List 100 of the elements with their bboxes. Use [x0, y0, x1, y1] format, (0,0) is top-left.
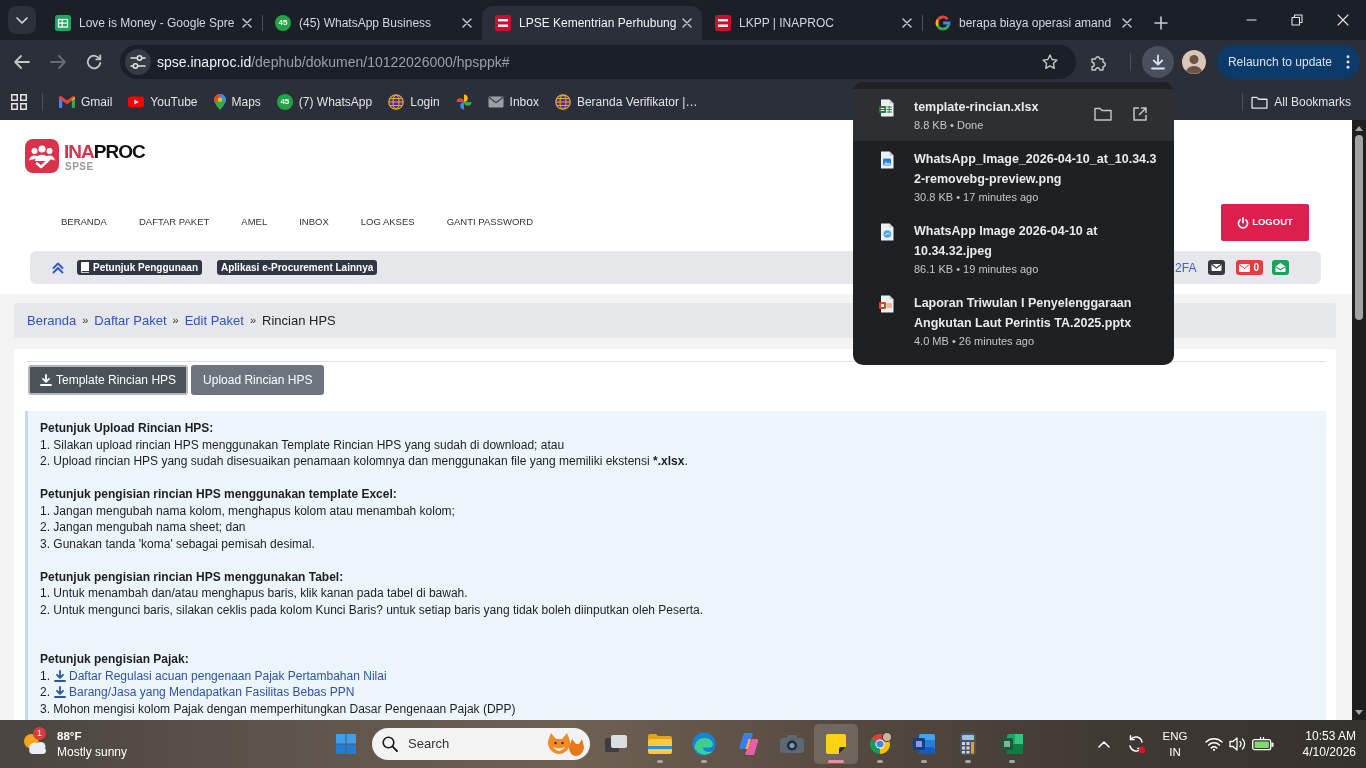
instruction-heading: Petunjuk Upload Rincian HPS: — [40, 420, 214, 437]
tab-search-button[interactable] — [8, 6, 36, 34]
puzzle-piece-icon[interactable] — [1090, 53, 1108, 71]
download-item[interactable]: WhatsApp_Image_2026-04-10_at_10.34.32-removebg-preview.png 30.8 KB • 17 minutes ago — [853, 141, 1174, 213]
close-icon[interactable] — [1122, 18, 1132, 28]
taskbar-search-button[interactable]: Search — [372, 728, 590, 760]
menu-link[interactable]: GANTI PASSWORD — [430, 215, 550, 230]
reload-icon[interactable] — [86, 54, 102, 70]
quick-link[interactable]: Petunjuk Penggunaan — [77, 260, 202, 275]
brand-subtitle: SPSE — [65, 161, 94, 172]
volume-icon[interactable] — [1229, 736, 1247, 752]
power-icon — [1237, 216, 1250, 229]
image-file-icon — [879, 223, 895, 241]
menu-link[interactable]: LOG AKSES — [344, 215, 431, 230]
wifi-icon[interactable] — [1205, 737, 1223, 751]
unread-mail-link[interactable]: 0 — [1236, 260, 1263, 275]
file-details: 8.8 KB • Done — [914, 118, 984, 133]
camera-icon — [780, 735, 804, 753]
bookmark-item[interactable]: Login — [380, 88, 448, 116]
start-icon[interactable] — [336, 734, 356, 754]
avatar-icon[interactable] — [1181, 50, 1206, 74]
scrollbar-track[interactable] — [1352, 120, 1366, 720]
instruction-text: 3. Gunakan tanda 'koma' sebagai pemisah desimal. — [40, 535, 315, 552]
scroll-up-icon[interactable] — [1355, 126, 1363, 131]
file-details: 30.8 KB • 17 minutes ago — [914, 190, 1039, 205]
new-tab-icon[interactable] — [1154, 16, 1168, 30]
download-link[interactable]: Barang/Jasa yang Mendapatkan Fasilitas Bebas PPN — [69, 684, 355, 701]
browser-icon — [868, 732, 892, 756]
quick-link[interactable]: Aplikasi e-Procurement Lainnya — [217, 260, 378, 275]
taskbar-app-button[interactable] — [814, 724, 858, 764]
address-bar[interactable]: spse.inaproc.id/dephub/dokumen/10122026000/hpsppk# — [120, 45, 1076, 79]
download-link[interactable]: Daftar Regulasi acuan pengenaan Pajak Pertambahan Nilai — [69, 667, 387, 684]
close-icon[interactable] — [242, 18, 252, 28]
menu-link[interactable]: INBOX — [283, 215, 345, 230]
bookmark-item[interactable]: Gmail — [51, 88, 121, 116]
folder-icon[interactable] — [1094, 107, 1112, 121]
menu-link[interactable]: BERANDA — [45, 215, 123, 230]
bookmark-item[interactable]: 45 (7) WhatsApp — [268, 88, 381, 116]
bookmark-item[interactable]: YouTube — [120, 88, 206, 116]
download-button[interactable]: Template Rincian HPS — [28, 365, 189, 395]
browser-tab[interactable]: LPSE Kementrian Perhubung — [482, 6, 702, 40]
apps-grid-icon[interactable] — [11, 94, 27, 110]
mail-logo-icon — [59, 96, 75, 108]
back-icon[interactable] — [14, 55, 30, 69]
upload-button[interactable]: Upload Rincian HPS — [191, 365, 325, 395]
breadcrumb-link[interactable]: Daftar Paket — [94, 310, 167, 331]
all-bookmarks-button[interactable]: All Bookmarks — [1243, 88, 1359, 116]
close-icon[interactable] — [1337, 14, 1349, 26]
document-app-icon — [913, 734, 935, 754]
downloads-button[interactable] — [1141, 46, 1174, 78]
caret-up-icon[interactable] — [1098, 740, 1110, 748]
relaunch-button[interactable]: Relaunch to update — [1216, 45, 1360, 79]
battery-icon[interactable] — [1252, 737, 1274, 751]
close-icon[interactable] — [682, 18, 692, 28]
bookmark-item[interactable]: Maps — [205, 88, 269, 116]
menu-link[interactable]: AMEL — [225, 215, 284, 230]
brand-name: INAPROC — [64, 142, 145, 161]
download-icon — [54, 686, 66, 699]
double-chevron-up-icon[interactable] — [52, 261, 64, 274]
minimize-icon[interactable] — [1245, 19, 1257, 21]
open-external-icon[interactable] — [1132, 106, 1148, 122]
instruction-text: 1. Silakan upload rincian HPS menggunakan Template Rincian HPS yang sudah di download; atau — [40, 436, 565, 453]
scroll-down-icon[interactable] — [1355, 710, 1363, 715]
region-text[interactable]: IN — [1169, 744, 1181, 760]
sync-icon[interactable] — [1126, 734, 1146, 754]
breadcrumb-link[interactable]: Beranda — [27, 310, 77, 331]
logo-icon[interactable] — [25, 139, 59, 173]
bookmark-item[interactable]: Inbox — [479, 88, 547, 116]
browser-tab[interactable]: LKPP | INAPROC — [702, 6, 922, 40]
download-item[interactable]: WhatsApp Image 2026-04-10 at 10.34.32.jpeg 86.1 KB • 19 minutes ago — [853, 213, 1174, 285]
spreadsheet-app-icon — [1001, 734, 1023, 754]
clock-time[interactable]: 10:53 AM — [1305, 728, 1356, 744]
close-icon[interactable] — [462, 18, 472, 28]
mail-icon[interactable] — [1208, 260, 1226, 275]
globe-icon — [554, 94, 571, 110]
download-item[interactable]: template-rincian.xlsx 8.8 KB • Done — [853, 89, 1174, 141]
instruction-text: 2. Upload rincian HPS yang sudah disesuaikan penamaan kolomnya dan menggunakan file yang memiliki ekstensi *.xlsx. — [40, 453, 688, 470]
open-envelope-icon[interactable] — [1272, 260, 1289, 275]
slides-file-icon — [879, 295, 895, 313]
site-info-icon[interactable] — [125, 49, 151, 75]
browser-tab[interactable]: Love is Money - Google Spre — [42, 6, 262, 40]
browser-tab[interactable]: berapa biaya operasi amand — [922, 6, 1142, 40]
task-view-icon — [605, 735, 627, 753]
pinwheel-icon[interactable] — [455, 94, 472, 110]
restore-icon[interactable] — [1291, 14, 1303, 26]
logout-button[interactable]: LOGOUT — [1221, 204, 1309, 241]
menu-link[interactable]: DAFTAR PAKET — [122, 215, 226, 230]
clock-date[interactable]: 4/10/2026 — [1302, 744, 1356, 760]
download-item[interactable]: Laporan Triwulan I Penyelenggaraan Angkutan Laut Perintis TA.2025.pptx 4.0 MB • 26 minutes ago — [853, 285, 1174, 357]
breadcrumb-link[interactable]: Edit Paket — [184, 310, 244, 331]
alert-count-badge: 1 — [33, 727, 46, 740]
fox-icon — [545, 732, 585, 756]
language-text[interactable]: ENG — [1162, 728, 1188, 744]
close-icon[interactable] — [902, 18, 912, 28]
scrollbar-thumb[interactable] — [1355, 135, 1363, 320]
site-logo-icon — [495, 15, 511, 31]
browser-tab[interactable]: 45 (45) WhatsApp Business — [262, 6, 482, 40]
two-factor-link[interactable]: 2FA — [1175, 258, 1197, 277]
bookmark-star-icon[interactable] — [1041, 54, 1058, 70]
bookmark-item[interactable]: Beranda Verifikator |… — [546, 88, 706, 116]
